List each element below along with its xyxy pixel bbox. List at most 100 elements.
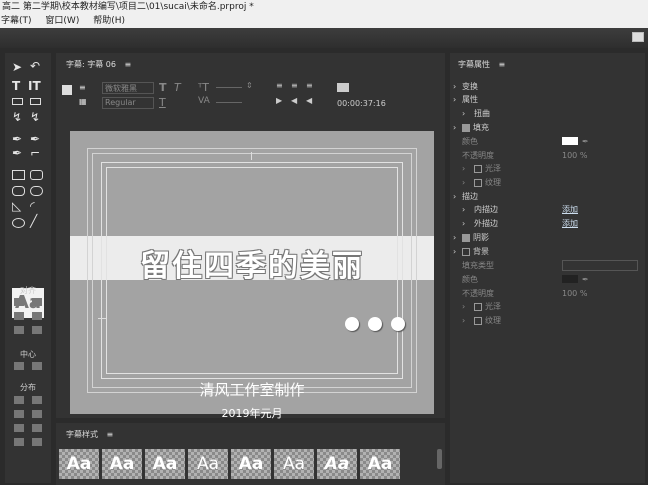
main-title-text[interactable]: 留住四季的美丽 <box>70 241 434 285</box>
align-top-icon[interactable] <box>32 298 42 306</box>
menu-help[interactable]: 帮助(H) <box>93 14 125 28</box>
distribute-v-space-icon[interactable] <box>32 438 42 446</box>
properties-menu-icon[interactable]: ≡ <box>499 60 506 69</box>
roll-crawl-options-icon[interactable]: ≡ <box>79 83 86 92</box>
distribute-bottom-icon[interactable] <box>32 424 42 432</box>
area-type-tool-icon[interactable] <box>12 98 23 105</box>
attributes-row[interactable]: › 属性 <box>450 93 645 106</box>
align-center-v-icon[interactable] <box>32 312 42 320</box>
outer-stroke-row[interactable]: › 外描边 添加 <box>450 217 645 230</box>
bg-texture-row[interactable]: › 纹理 <box>450 314 645 327</box>
selection-tool-icon[interactable]: ➤ <box>12 61 22 73</box>
align-right-icon[interactable] <box>14 326 24 334</box>
style-swatch[interactable]: Aa <box>360 449 400 479</box>
bg-color-row[interactable]: 颜色 ✒ <box>450 273 645 286</box>
arc-tool-icon[interactable]: ◜ <box>30 200 35 212</box>
center-vertical-icon[interactable] <box>32 362 42 370</box>
texture-row[interactable]: › 纹理 <box>450 176 645 189</box>
tab-stops-icon[interactable]: ▦ <box>79 97 87 106</box>
style-swatch[interactable]: Aa <box>317 449 357 479</box>
add-outer-stroke-link[interactable]: 添加 <box>562 217 578 230</box>
menu-window[interactable]: 窗口(W) <box>45 14 79 28</box>
style-swatch[interactable]: Aa <box>59 449 99 479</box>
distribute-h-space-icon[interactable] <box>14 438 24 446</box>
bold-icon[interactable]: T <box>159 81 167 94</box>
styles-menu-icon[interactable]: ≡ <box>107 430 114 439</box>
panel-menu-icon[interactable]: ≡ <box>125 60 132 69</box>
style-swatch[interactable]: Aa <box>188 449 228 479</box>
bg-color-swatch[interactable] <box>562 275 578 283</box>
timecode-display[interactable]: 00:00:37:16 <box>337 99 386 108</box>
fill-opacity-row[interactable]: 不透明度 100 % <box>450 149 645 162</box>
fill-color-swatch[interactable] <box>562 137 578 145</box>
align-center-text-icon[interactable]: ≡ <box>291 81 298 90</box>
leading-icon[interactable]: ⇕ <box>246 81 253 90</box>
bg-eyedropper-icon[interactable]: ✒ <box>582 273 589 286</box>
italic-icon[interactable]: T <box>174 81 181 94</box>
convert-anchor-tool-icon[interactable]: ⌐ <box>30 147 40 159</box>
rounded-corner-tool-icon[interactable] <box>30 186 43 196</box>
style-swatch[interactable]: Aa <box>102 449 142 479</box>
center-horizontal-icon[interactable] <box>14 362 24 370</box>
sheen-row[interactable]: › 光泽 <box>450 162 645 175</box>
fill-row[interactable]: › 填充 <box>450 121 645 134</box>
vertical-path-type-tool-icon[interactable]: ↯ <box>30 111 40 123</box>
delete-anchor-tool-icon[interactable]: ✒ <box>30 133 40 145</box>
vertical-area-type-tool-icon[interactable] <box>30 98 41 105</box>
fill-color-row[interactable]: 颜色 ✒ <box>450 135 645 148</box>
tab-right-icon[interactable]: ◀ <box>306 96 312 105</box>
date-text[interactable]: 2019年元月 <box>70 405 434 421</box>
bg-opacity-row[interactable]: 不透明度 100 % <box>450 287 645 300</box>
distort-row[interactable]: › 扭曲 <box>450 107 645 120</box>
align-right-text-icon[interactable]: ≡ <box>306 81 313 90</box>
subtitle-text[interactable]: 清风工作室制作 <box>70 379 434 400</box>
pen-tool-icon[interactable]: ✒ <box>12 133 22 145</box>
distribute-middle-icon[interactable] <box>32 410 42 418</box>
rectangle-tool-icon[interactable] <box>12 170 25 180</box>
fill-checkbox[interactable] <box>462 123 470 132</box>
type-tool-icon[interactable]: T <box>12 80 20 92</box>
style-swatch[interactable]: Aa <box>231 449 271 479</box>
vertical-type-tool-icon[interactable]: IT <box>28 80 41 92</box>
align-left-icon[interactable] <box>14 298 24 306</box>
menu-title[interactable]: 字幕(T) <box>1 14 32 28</box>
add-inner-stroke-link[interactable]: 添加 <box>562 203 578 216</box>
shadow-row[interactable]: › 阴影 <box>450 231 645 244</box>
add-anchor-tool-icon[interactable]: ✒ <box>12 147 22 159</box>
title-canvas[interactable]: 留住四季的美丽 清风工作室制作 2019年元月 <box>70 131 434 420</box>
font-family-select[interactable]: 微软雅黑 <box>102 82 154 94</box>
distribute-top-icon[interactable] <box>32 396 42 404</box>
underline-icon[interactable]: T <box>159 96 166 109</box>
distribute-left-icon[interactable] <box>14 396 24 404</box>
ellipse-tool-icon[interactable] <box>12 218 25 228</box>
show-background-video-icon[interactable] <box>337 83 349 92</box>
style-swatch[interactable]: Aa <box>145 449 185 479</box>
rotation-tool-icon[interactable]: ↶ <box>30 60 40 72</box>
font-size-icon[interactable]: ᵀT <box>198 81 209 94</box>
tab-left-icon[interactable]: ▶ <box>276 96 282 105</box>
background-row[interactable]: › 背景 <box>450 245 645 258</box>
background-checkbox[interactable] <box>462 247 470 256</box>
eyedropper-icon[interactable]: ✒ <box>582 135 589 148</box>
tab-center-icon[interactable]: ◀ <box>291 96 297 105</box>
styles-scrollbar[interactable] <box>437 449 442 469</box>
align-bottom-icon[interactable] <box>32 326 42 334</box>
bg-sheen-row[interactable]: › 光泽 <box>450 300 645 313</box>
path-type-tool-icon[interactable]: ↯ <box>12 111 22 123</box>
new-title-icon[interactable] <box>62 85 72 95</box>
line-tool-icon[interactable]: ╱ <box>30 215 37 227</box>
style-swatch[interactable]: Aa <box>274 449 314 479</box>
align-left-text-icon[interactable]: ≡ <box>276 81 283 90</box>
rounded-rectangle-tool-icon[interactable] <box>30 170 43 180</box>
kerning-icon[interactable]: VA <box>198 96 210 106</box>
font-style-select[interactable]: Regular <box>102 97 154 109</box>
inner-stroke-row[interactable]: › 内描边 添加 <box>450 203 645 216</box>
clipped-corner-tool-icon[interactable] <box>12 186 25 196</box>
wedge-tool-icon[interactable]: ◺ <box>12 200 21 212</box>
transform-row[interactable]: › 变换 <box>450 80 645 93</box>
maximize-button[interactable] <box>632 32 644 42</box>
stroke-row[interactable]: › 描边 <box>450 190 645 203</box>
distribute-right-icon[interactable] <box>14 424 24 432</box>
fill-type-select[interactable] <box>562 260 638 271</box>
align-center-h-icon[interactable] <box>14 312 24 320</box>
